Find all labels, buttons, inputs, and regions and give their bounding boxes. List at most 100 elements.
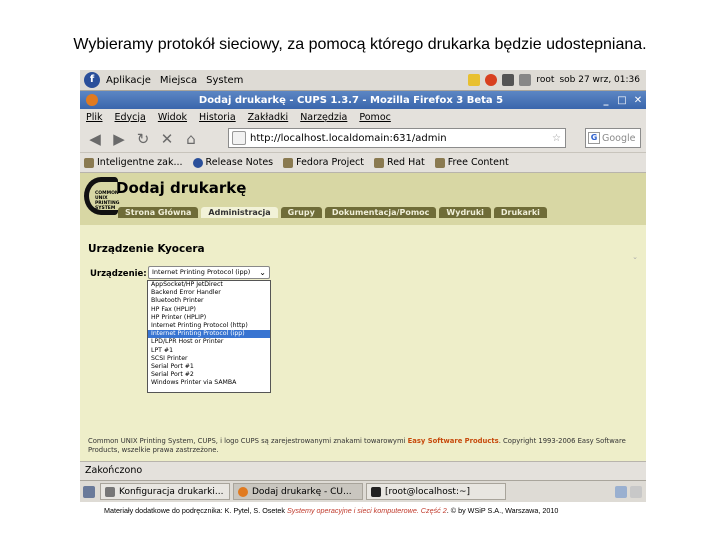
menu-places[interactable]: Miejsca bbox=[160, 75, 197, 86]
device-option-selected[interactable]: Internet Printing Protocol (ipp) bbox=[148, 330, 270, 339]
device-option[interactable]: Internet Printing Protocol (http) bbox=[148, 322, 270, 330]
device-option[interactable]: SCSI Printer bbox=[148, 355, 270, 363]
footer-org-link[interactable]: Easy Software Products bbox=[408, 437, 499, 445]
device-option[interactable]: Bluetooth Printer bbox=[148, 297, 270, 305]
tab-printers[interactable]: Drukarki bbox=[493, 207, 547, 218]
tab-documentation[interactable]: Dokumentacja/Pomoc bbox=[324, 207, 437, 218]
device-option[interactable]: AppSocket/HP JetDirect bbox=[148, 281, 270, 289]
device-option[interactable]: Serial Port #2 bbox=[148, 371, 270, 379]
device-option[interactable]: HP Fax (HPLIP) bbox=[148, 306, 270, 314]
firefox-icon bbox=[238, 486, 248, 497]
search-placeholder: Google bbox=[602, 132, 636, 144]
folder-icon bbox=[283, 157, 294, 168]
search-box[interactable]: G Google bbox=[585, 128, 641, 148]
workspace-1-icon[interactable] bbox=[615, 485, 627, 498]
reload-icon[interactable]: ↻ bbox=[132, 128, 154, 150]
bookmark-label: Inteligentne zak... bbox=[97, 157, 183, 168]
update-icon[interactable] bbox=[485, 74, 498, 86]
show-desktop-icon[interactable] bbox=[83, 485, 95, 498]
page-title: Dodaj drukarkę bbox=[116, 179, 247, 197]
device-option[interactable]: Windows Printer via SAMBA bbox=[148, 379, 270, 387]
close-icon[interactable]: ✕ bbox=[630, 95, 646, 106]
menu-view[interactable]: Widok bbox=[158, 112, 187, 123]
footer-text: Common UNIX Printing System, CUPS, i log… bbox=[88, 437, 406, 445]
notes-icon[interactable] bbox=[468, 74, 481, 86]
folder-icon bbox=[374, 157, 385, 168]
url-bar[interactable]: http://localhost.localdomain:631/admin ☆ bbox=[228, 128, 566, 148]
menu-history[interactable]: Historia bbox=[199, 112, 236, 123]
cups-logo[interactable]: COMMON UNIX PRINTING SYSTEM bbox=[84, 177, 119, 215]
device-dropdown-list: AppSocket/HP JetDirect Backend Error Han… bbox=[147, 280, 271, 393]
menu-help[interactable]: Pomoc bbox=[359, 112, 391, 123]
cups-tabs: Strona Główna Administracja Grupy Dokume… bbox=[118, 207, 547, 218]
tab-jobs[interactable]: Wydruki bbox=[439, 207, 491, 218]
caption-prefix: Materiały dodatkowe do podręcznika: K. P… bbox=[104, 506, 285, 515]
workspace-2-icon[interactable] bbox=[630, 485, 642, 498]
bookmark-fedora-project[interactable]: Fedora Project bbox=[283, 157, 364, 168]
cups-header: COMMON UNIX PRINTING SYSTEM Dodaj drukar… bbox=[80, 173, 646, 225]
device-selected-value: Internet Printing Protocol (ipp) bbox=[152, 268, 251, 276]
gnome-top-panel: f Aplikacje Miejsca System root sob 27 w… bbox=[80, 70, 646, 91]
printer-icon bbox=[105, 486, 115, 497]
scroll-indicator-icon: ⌄ bbox=[632, 253, 638, 261]
google-icon[interactable]: G bbox=[588, 132, 600, 144]
device-option[interactable]: LPD/LPR Host or Printer bbox=[148, 338, 270, 346]
bookmarks-toolbar: Inteligentne zak... Release Notes Fedora… bbox=[80, 153, 646, 173]
clock[interactable]: sob 27 wrz, 01:36 bbox=[559, 75, 640, 85]
device-label: Urządzenie: bbox=[90, 269, 147, 279]
device-option[interactable]: LPT #1 bbox=[148, 347, 270, 355]
screenshot: f Aplikacje Miejsca System root sob 27 w… bbox=[80, 70, 646, 502]
task-firefox[interactable]: Dodaj drukarkę - CU... bbox=[233, 483, 363, 500]
caption-book: Systemy operacyjne i sieci komputerowe. … bbox=[286, 506, 447, 515]
url-text: http://localhost.localdomain:631/admin bbox=[250, 132, 447, 144]
user-name: root bbox=[536, 75, 555, 85]
maximize-icon[interactable]: □ bbox=[614, 95, 630, 106]
terminal-icon bbox=[371, 486, 381, 497]
bookmark-label: Red Hat bbox=[387, 157, 425, 168]
caption-suffix: . © by WSiP S.A., Warszawa, 2010 bbox=[446, 506, 559, 515]
section-title: Urządzenie Kyocera bbox=[88, 243, 205, 255]
menu-tools[interactable]: Narzędzia bbox=[300, 112, 347, 123]
tab-groups[interactable]: Grupy bbox=[280, 207, 322, 218]
status-bar: Zakończono bbox=[80, 461, 646, 480]
bookmark-star-icon[interactable]: ☆ bbox=[552, 133, 561, 144]
forward-icon[interactable]: ▶ bbox=[108, 128, 130, 150]
home-icon[interactable]: ⌂ bbox=[180, 128, 202, 150]
bookmark-label: Free Content bbox=[447, 157, 509, 168]
bookmark-free-content[interactable]: Free Content bbox=[434, 157, 509, 168]
window-title: Dodaj drukarkę - CUPS 1.3.7 - Mozilla Fi… bbox=[198, 94, 504, 106]
bookmark-smart[interactable]: Inteligentne zak... bbox=[84, 157, 183, 168]
menu-applications[interactable]: Aplikacje bbox=[106, 75, 151, 86]
task-terminal[interactable]: [root@localhost:~] bbox=[366, 483, 506, 500]
menu-system[interactable]: System bbox=[206, 75, 243, 86]
tab-home[interactable]: Strona Główna bbox=[118, 207, 199, 218]
task-label: Konfiguracja drukarki... bbox=[119, 486, 224, 497]
bookmark-label: Fedora Project bbox=[296, 157, 365, 168]
device-select[interactable]: Internet Printing Protocol (ipp) ⌄ bbox=[148, 266, 270, 279]
slide-title: Wybieramy protokół sieciowy, za pomocą k… bbox=[73, 36, 647, 53]
network-icon[interactable] bbox=[502, 74, 515, 86]
device-option[interactable]: Backend Error Handler bbox=[148, 289, 270, 297]
folder-icon bbox=[84, 157, 94, 168]
page-content: COMMON UNIX PRINTING SYSTEM Dodaj drukar… bbox=[80, 173, 646, 461]
chevron-down-icon: ⌄ bbox=[259, 268, 266, 277]
minimize-icon[interactable]: _ bbox=[598, 95, 614, 106]
bookmark-label: Release Notes bbox=[205, 157, 274, 168]
menu-bookmarks[interactable]: Zakładki bbox=[248, 112, 289, 123]
tab-administration[interactable]: Administracja bbox=[201, 207, 278, 218]
device-option[interactable]: Serial Port #1 bbox=[148, 363, 270, 371]
firefox-menubar: Plik Edycja Widok Historia Zakładki Narz… bbox=[80, 109, 646, 125]
device-option[interactable]: HP Printer (HPLIP) bbox=[148, 314, 270, 322]
stop-icon[interactable]: ✕ bbox=[156, 128, 178, 150]
bookmark-red-hat[interactable]: Red Hat bbox=[374, 157, 425, 168]
fedora-logo-icon[interactable]: f bbox=[84, 72, 100, 88]
task-printer-config[interactable]: Konfiguracja drukarki... bbox=[100, 483, 230, 500]
volume-icon[interactable] bbox=[519, 74, 532, 86]
site-identity-icon[interactable] bbox=[232, 131, 246, 145]
slide-caption: Materiały dodatkowe do podręcznika: K. P… bbox=[104, 506, 664, 515]
bookmark-release-notes[interactable]: Release Notes bbox=[192, 157, 274, 168]
menu-edit[interactable]: Edycja bbox=[115, 112, 146, 123]
menu-file[interactable]: Plik bbox=[86, 112, 103, 123]
cups-footer: Common UNIX Printing System, CUPS, i log… bbox=[88, 437, 638, 455]
back-icon[interactable]: ◀ bbox=[84, 128, 106, 150]
